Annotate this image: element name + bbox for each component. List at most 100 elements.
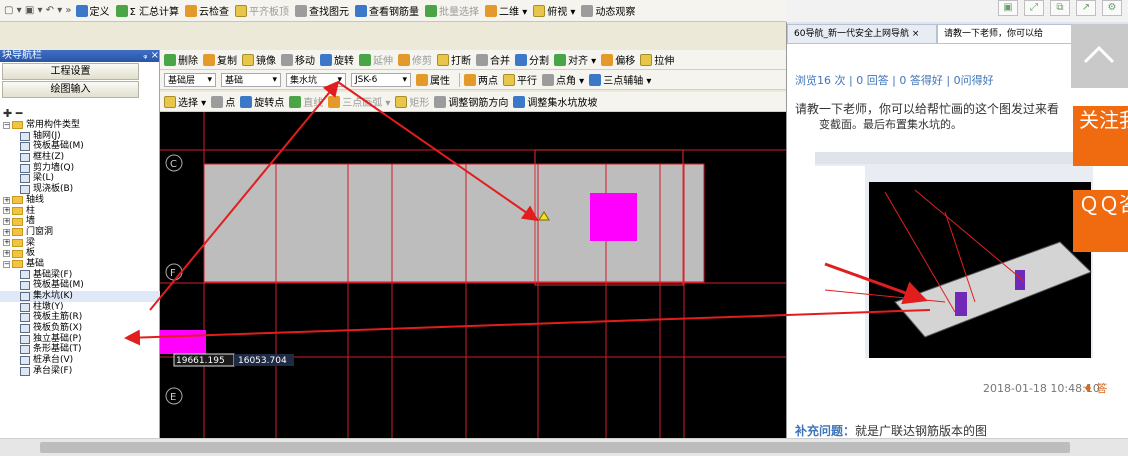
menu-item[interactable]: 查看钢筋量 — [355, 3, 419, 18]
tree-expand-collapse-icons[interactable]: ✚ ━ — [3, 107, 22, 120]
draw-tool-button[interactable]: 调整钢筋方向 — [434, 94, 508, 109]
edit-tool-button[interactable]: 拉伸 — [640, 52, 674, 67]
tree-item[interactable]: 筏板基础(M) — [0, 141, 160, 152]
edit-tool-button[interactable]: 镜像 — [242, 52, 276, 67]
edit-tool-button[interactable]: 延伸 — [359, 52, 393, 67]
expand-toggle-icon[interactable]: − — [3, 260, 10, 268]
partial-toolbar-icons[interactable]: ▢ ▾ ▣ ▾ ↶ ▾ » — [0, 5, 76, 16]
menu-item[interactable]: 动态观察 — [581, 3, 635, 18]
draw-tool-button[interactable]: 矩形 — [395, 94, 429, 109]
close-icon[interactable]: × — [912, 29, 920, 39]
menu-item[interactable]: 二维 ▾ — [485, 3, 527, 18]
tree-item[interactable]: 基础梁(F) — [0, 270, 160, 281]
tree-item[interactable]: 轴网(J) — [0, 131, 160, 142]
menu-item[interactable]: 批量选择 — [425, 3, 479, 18]
edit-tool-button[interactable]: 修剪 — [398, 52, 432, 67]
expand-icon[interactable]: ⤢ — [1024, 0, 1044, 16]
drawing-canvas[interactable]: C F E 19661.195 16053.704 — [160, 112, 786, 438]
tree-folder[interactable]: − 常用构件类型 — [0, 120, 160, 131]
cad-drawing[interactable]: C F E 19661.195 16053.704 — [160, 112, 786, 438]
tile-icon[interactable]: ▣ — [998, 0, 1018, 16]
expand-toggle-icon[interactable]: + — [3, 228, 10, 236]
edit-tool-button[interactable]: 打断 — [437, 52, 471, 67]
draw-tool-button[interactable]: 旋转点 — [240, 94, 284, 109]
edit-tool-button[interactable]: 分割 — [515, 52, 549, 67]
tree-item[interactable]: 条形基础(T) — [0, 344, 160, 355]
type-select[interactable]: 集水坑 ▾ — [286, 72, 346, 87]
edit-tool-button[interactable]: 合并 — [476, 52, 510, 67]
tree-item[interactable]: 梁(L) — [0, 173, 160, 184]
draw-tool-button[interactable]: 调整集水坑放坡 — [513, 94, 597, 109]
follow-us-banner[interactable]: 关注我们 — [1073, 106, 1128, 166]
draw-tool-button[interactable]: 直线 — [289, 94, 323, 109]
edit-tool-button[interactable]: 移动 — [281, 52, 315, 67]
share-icon[interactable]: ↗ — [1076, 0, 1096, 16]
tree-item[interactable]: 筏板基础(M) — [0, 280, 160, 291]
menu-item[interactable]: 查找图元 — [295, 3, 349, 18]
tree-item[interactable]: 集水坑(K) — [0, 291, 160, 302]
draw-tool-button[interactable]: 三点画弧 ▾ — [328, 94, 390, 109]
menu-item[interactable]: 平齐板顶 — [235, 3, 289, 18]
sump-pit-small[interactable] — [160, 330, 206, 354]
draw-axis-button[interactable]: 点角 ▾ — [542, 72, 584, 87]
tree-item[interactable]: 剪力墙(Q) — [0, 163, 160, 174]
tree-item[interactable]: 筏板主筋(R) — [0, 312, 160, 323]
sump-pit[interactable] — [590, 193, 637, 241]
svg-text:F: F — [170, 268, 176, 279]
menu-item[interactable]: Σ 汇总计算 — [115, 3, 179, 18]
copy-icon[interactable]: ⧉ — [1050, 0, 1070, 16]
tree-folder[interactable]: + 梁 — [0, 238, 160, 249]
expand-toggle-icon[interactable]: + — [3, 207, 10, 215]
tree-folder[interactable]: + 门窗洞 — [0, 227, 160, 238]
pin-icon[interactable]: ᵩ × — [143, 50, 159, 62]
component-name-select[interactable]: JSK-6 ▾ — [351, 72, 411, 87]
tree-folder[interactable]: + 墙 — [0, 216, 160, 227]
tree-item[interactable]: 柱墩(Y) — [0, 302, 160, 313]
menu-item[interactable]: 定义 — [75, 3, 110, 18]
category-select[interactable]: 基础 ▾ — [221, 72, 281, 87]
horizontal-scrollbar[interactable] — [0, 438, 1128, 456]
back-to-top-button[interactable] — [1071, 24, 1128, 88]
scrollbar-thumb[interactable] — [40, 442, 1070, 453]
project-settings-button[interactable]: 工程设置 — [2, 63, 139, 80]
tool-label: 旋转 — [334, 56, 354, 67]
tree-folder[interactable]: + 板 — [0, 248, 160, 259]
edit-tool-button[interactable]: 删除 — [164, 52, 198, 67]
draw-tool-button[interactable]: 选择 ▾ — [164, 94, 206, 109]
tree-item-label: 筏板主筋(R) — [33, 312, 83, 323]
edit-tool-button[interactable]: 复制 — [203, 52, 237, 67]
edit-tool-button[interactable]: 偏移 — [601, 52, 635, 67]
property-button[interactable]: 属性 — [416, 72, 450, 87]
menu-item[interactable]: 俯视 ▾ — [533, 3, 575, 18]
tree-folder[interactable]: + 柱 — [0, 206, 160, 217]
expand-toggle-icon[interactable]: + — [3, 250, 10, 258]
tree-item[interactable]: 框柱(Z) — [0, 152, 160, 163]
expand-toggle-icon[interactable]: + — [3, 196, 10, 204]
edit-tool-button[interactable]: 对齐 ▾ — [554, 52, 596, 67]
tree-item[interactable]: 桩承台(V) — [0, 355, 160, 366]
tab-navigation[interactable]: 60导航_新一代安全上网导航 × — [787, 24, 937, 43]
edit-tool-button[interactable]: 旋转 — [320, 52, 354, 67]
menu-item[interactable]: 云检查 — [185, 3, 229, 18]
settings-icon[interactable]: ⚙ — [1102, 0, 1122, 16]
tree-item[interactable]: 现浇板(B) — [0, 184, 160, 195]
expand-toggle-icon[interactable]: + — [3, 239, 10, 247]
tree-item[interactable]: 独立基础(P) — [0, 334, 160, 345]
floor-select[interactable]: 基础层 ▾ — [164, 72, 216, 87]
expand-toggle-icon[interactable]: − — [3, 121, 10, 129]
tree-item[interactable]: 筏板负筋(X) — [0, 323, 160, 334]
tab-question[interactable]: 请教一下老师，你可以给 — [937, 24, 1077, 43]
answer-button[interactable]: ♦ 答 — [1083, 380, 1107, 396]
drawing-input-button[interactable]: 绘图输入 — [2, 81, 139, 98]
tree-folder[interactable]: − 基础 — [0, 259, 160, 270]
tree-item[interactable]: 承台梁(F) — [0, 366, 160, 377]
draw-axis-button[interactable]: 三点辅轴 ▾ — [589, 72, 651, 87]
top-view-icon — [533, 4, 546, 17]
draw-axis-button[interactable]: 平行 — [503, 72, 537, 87]
tree-folder[interactable]: + 轴线 — [0, 195, 160, 206]
draw-tool-button[interactable]: 点 — [211, 94, 235, 109]
expand-toggle-icon[interactable]: + — [3, 218, 10, 226]
qq-consult-banner[interactable]: ＱＱ咨询 — [1073, 190, 1128, 252]
question-screenshot-image[interactable] — [815, 152, 1093, 358]
draw-axis-button[interactable]: 两点 — [464, 72, 498, 87]
